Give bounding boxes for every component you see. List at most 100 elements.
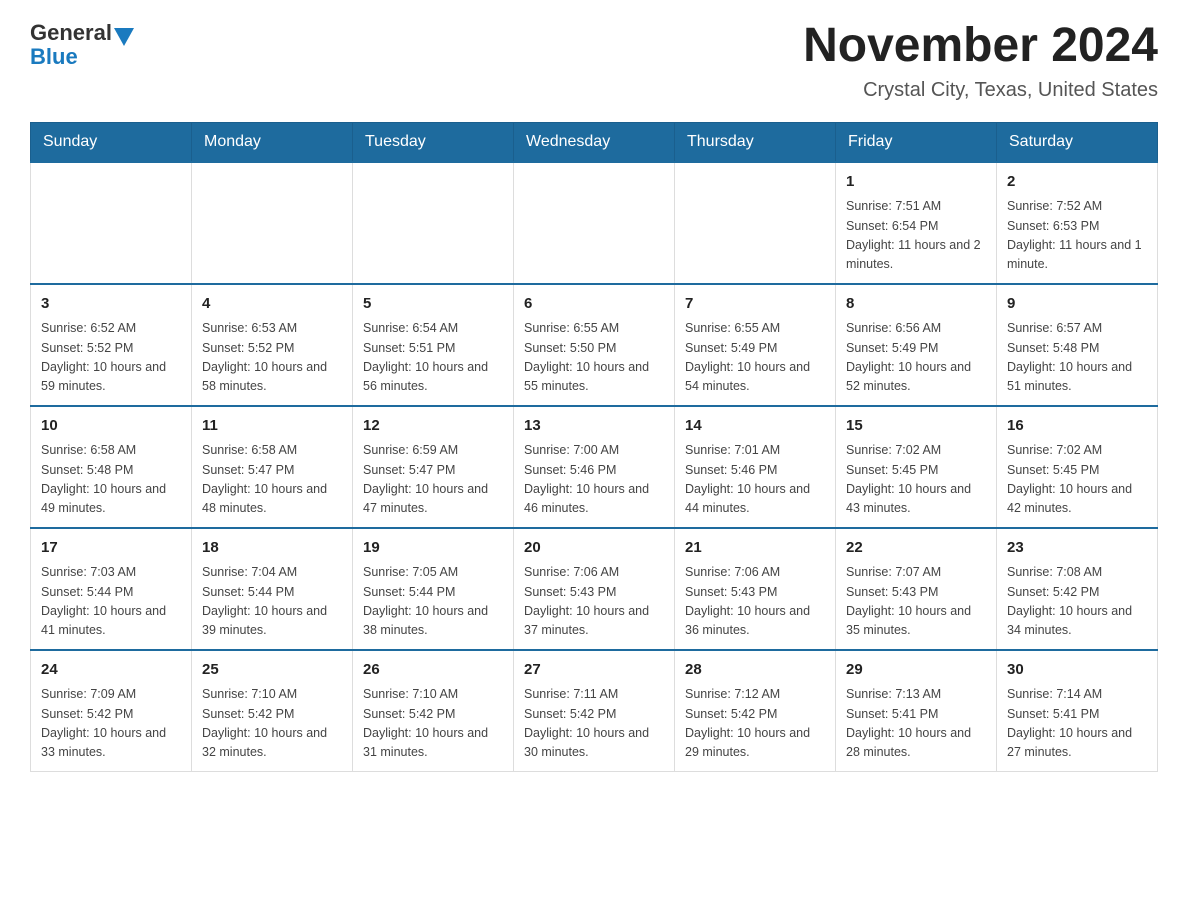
calendar-table: SundayMondayTuesdayWednesdayThursdayFrid… bbox=[30, 122, 1158, 772]
calendar-cell: 21Sunrise: 7:06 AMSunset: 5:43 PMDayligh… bbox=[675, 528, 836, 650]
column-header-thursday: Thursday bbox=[675, 122, 836, 162]
day-number: 2 bbox=[1007, 171, 1147, 194]
day-info: Sunrise: 6:54 AMSunset: 5:51 PMDaylight:… bbox=[363, 319, 503, 397]
day-number: 25 bbox=[202, 659, 342, 682]
day-info: Sunrise: 6:58 AMSunset: 5:48 PMDaylight:… bbox=[41, 441, 181, 519]
day-number: 18 bbox=[202, 537, 342, 560]
calendar-cell: 10 Sunrise: 6:58 AMSunset: 5:48 PMDayligh… bbox=[31, 406, 192, 528]
day-info: Sunrise: 7:14 AMSunset: 5:41 PMDaylight:… bbox=[1007, 685, 1147, 763]
day-info: Sunrise: 7:02 AMSunset: 5:45 PMDaylight:… bbox=[1007, 441, 1147, 519]
week-row-1: 3 Sunrise: 6:52 AMSunset: 5:52 PMDaylight… bbox=[31, 284, 1158, 406]
week-row-0: 1Sunrise: 7:51 AMSunset: 6:54 PMDaylight… bbox=[31, 162, 1158, 284]
column-header-sunday: Sunday bbox=[31, 122, 192, 162]
day-info: Sunrise: 6:56 AMSunset: 5:49 PMDaylight:… bbox=[846, 319, 986, 397]
day-number: 6 bbox=[524, 293, 664, 316]
day-number: 28 bbox=[685, 659, 825, 682]
calendar-cell: 5 Sunrise: 6:54 AMSunset: 5:51 PMDaylight… bbox=[353, 284, 514, 406]
day-number: 5 bbox=[363, 293, 503, 316]
day-info: Sunrise: 6:55 AMSunset: 5:50 PMDaylight:… bbox=[524, 319, 664, 397]
day-info: Sunrise: 7:12 AMSunset: 5:42 PMDaylight:… bbox=[685, 685, 825, 763]
calendar-cell: 25 Sunrise: 7:10 AMSunset: 5:42 PMDayligh… bbox=[192, 650, 353, 772]
day-info: Sunrise: 6:52 AMSunset: 5:52 PMDaylight:… bbox=[41, 319, 181, 397]
day-info: Sunrise: 7:11 AMSunset: 5:42 PMDaylight:… bbox=[524, 685, 664, 763]
day-number: 22 bbox=[846, 537, 986, 560]
day-info: Sunrise: 7:05 AMSunset: 5:44 PMDaylight:… bbox=[363, 563, 503, 641]
week-row-4: 24 Sunrise: 7:09 AMSunset: 5:42 PMDayligh… bbox=[31, 650, 1158, 772]
day-info: Sunrise: 6:55 AMSunset: 5:49 PMDaylight:… bbox=[685, 319, 825, 397]
day-number: 3 bbox=[41, 293, 181, 316]
day-number: 29 bbox=[846, 659, 986, 682]
day-number: 4 bbox=[202, 293, 342, 316]
day-number: 23 bbox=[1007, 537, 1147, 560]
calendar-cell: 3 Sunrise: 6:52 AMSunset: 5:52 PMDaylight… bbox=[31, 284, 192, 406]
day-info: Sunrise: 7:04 AMSunset: 5:44 PMDaylight:… bbox=[202, 563, 342, 641]
day-number: 27 bbox=[524, 659, 664, 682]
calendar-cell: 22 Sunrise: 7:07 AMSunset: 5:43 PMDayligh… bbox=[836, 528, 997, 650]
day-number: 17 bbox=[41, 537, 181, 560]
day-number: 14 bbox=[685, 415, 825, 438]
day-info: Sunrise: 7:02 AMSunset: 5:45 PMDaylight:… bbox=[846, 441, 986, 519]
calendar-cell bbox=[675, 162, 836, 284]
day-info: Sunrise: 7:09 AMSunset: 5:42 PMDaylight:… bbox=[41, 685, 181, 763]
day-number: 30 bbox=[1007, 659, 1147, 682]
calendar-cell: 2 Sunrise: 7:52 AMSunset: 6:53 PMDaylight… bbox=[997, 162, 1158, 284]
day-info: Sunrise: 7:10 AMSunset: 5:42 PMDaylight:… bbox=[363, 685, 503, 763]
logo-blue-text: Blue bbox=[30, 44, 78, 70]
day-number: 20 bbox=[524, 537, 664, 560]
day-info: Sunrise: 7:06 AMSunset: 5:43 PMDaylight:… bbox=[524, 563, 664, 641]
day-info: Sunrise: 7:13 AMSunset: 5:41 PMDaylight:… bbox=[846, 685, 986, 763]
day-number: 8 bbox=[846, 293, 986, 316]
calendar-cell: 27 Sunrise: 7:11 AMSunset: 5:42 PMDayligh… bbox=[514, 650, 675, 772]
calendar-cell: 29 Sunrise: 7:13 AMSunset: 5:41 PMDayligh… bbox=[836, 650, 997, 772]
calendar-cell: 24 Sunrise: 7:09 AMSunset: 5:42 PMDayligh… bbox=[31, 650, 192, 772]
day-number: 12 bbox=[363, 415, 503, 438]
day-number: 16 bbox=[1007, 415, 1147, 438]
day-number: 21 bbox=[685, 537, 825, 560]
day-info: Sunrise: 7:52 AMSunset: 6:53 PMDaylight:… bbox=[1007, 197, 1147, 275]
day-number: 10 bbox=[41, 415, 181, 438]
subtitle: Crystal City, Texas, United States bbox=[803, 79, 1158, 102]
logo-general-word: General bbox=[30, 20, 112, 46]
column-header-saturday: Saturday bbox=[997, 122, 1158, 162]
title-area: November 2024 Crystal City, Texas, Unite… bbox=[803, 20, 1158, 102]
calendar-cell: 13 Sunrise: 7:00 AMSunset: 5:46 PMDayligh… bbox=[514, 406, 675, 528]
calendar-cell: 30 Sunrise: 7:14 AMSunset: 5:41 PMDayligh… bbox=[997, 650, 1158, 772]
logo: General Blue bbox=[30, 20, 134, 70]
day-info: Sunrise: 7:08 AMSunset: 5:42 PMDaylight:… bbox=[1007, 563, 1147, 641]
day-info: Sunrise: 7:10 AMSunset: 5:42 PMDaylight:… bbox=[202, 685, 342, 763]
column-header-wednesday: Wednesday bbox=[514, 122, 675, 162]
day-number: 9 bbox=[1007, 293, 1147, 316]
calendar-cell: 16 Sunrise: 7:02 AMSunset: 5:45 PMDayligh… bbox=[997, 406, 1158, 528]
day-number: 7 bbox=[685, 293, 825, 316]
column-header-friday: Friday bbox=[836, 122, 997, 162]
column-header-tuesday: Tuesday bbox=[353, 122, 514, 162]
day-info: Sunrise: 6:59 AMSunset: 5:47 PMDaylight:… bbox=[363, 441, 503, 519]
main-title: November 2024 bbox=[803, 20, 1158, 73]
day-number: 24 bbox=[41, 659, 181, 682]
calendar-cell: 15 Sunrise: 7:02 AMSunset: 5:45 PMDayligh… bbox=[836, 406, 997, 528]
calendar-cell: 7 Sunrise: 6:55 AMSunset: 5:49 PMDaylight… bbox=[675, 284, 836, 406]
calendar-cell: 11Sunrise: 6:58 AMSunset: 5:47 PMDayligh… bbox=[192, 406, 353, 528]
day-info: Sunrise: 6:57 AMSunset: 5:48 PMDaylight:… bbox=[1007, 319, 1147, 397]
calendar-cell: 20 Sunrise: 7:06 AMSunset: 5:43 PMDayligh… bbox=[514, 528, 675, 650]
day-info: Sunrise: 6:53 AMSunset: 5:52 PMDaylight:… bbox=[202, 319, 342, 397]
calendar-cell: 19 Sunrise: 7:05 AMSunset: 5:44 PMDayligh… bbox=[353, 528, 514, 650]
day-number: 1 bbox=[846, 171, 986, 194]
calendar-cell: 23 Sunrise: 7:08 AMSunset: 5:42 PMDayligh… bbox=[997, 528, 1158, 650]
week-row-2: 10 Sunrise: 6:58 AMSunset: 5:48 PMDayligh… bbox=[31, 406, 1158, 528]
day-info: Sunrise: 7:03 AMSunset: 5:44 PMDaylight:… bbox=[41, 563, 181, 641]
day-info: Sunrise: 7:01 AMSunset: 5:46 PMDaylight:… bbox=[685, 441, 825, 519]
day-info: Sunrise: 7:00 AMSunset: 5:46 PMDaylight:… bbox=[524, 441, 664, 519]
day-info: Sunrise: 7:07 AMSunset: 5:43 PMDaylight:… bbox=[846, 563, 986, 641]
column-header-monday: Monday bbox=[192, 122, 353, 162]
calendar-cell: 14 Sunrise: 7:01 AMSunset: 5:46 PMDayligh… bbox=[675, 406, 836, 528]
calendar-cell bbox=[514, 162, 675, 284]
calendar-cell bbox=[31, 162, 192, 284]
day-number: 19 bbox=[363, 537, 503, 560]
calendar-cell: 4 Sunrise: 6:53 AMSunset: 5:52 PMDaylight… bbox=[192, 284, 353, 406]
calendar-cell: 6 Sunrise: 6:55 AMSunset: 5:50 PMDaylight… bbox=[514, 284, 675, 406]
day-info: Sunrise: 6:58 AMSunset: 5:47 PMDaylight:… bbox=[202, 441, 342, 519]
page-header: General Blue November 2024 Crystal City,… bbox=[30, 20, 1158, 102]
day-number: 13 bbox=[524, 415, 664, 438]
day-number: 15 bbox=[846, 415, 986, 438]
